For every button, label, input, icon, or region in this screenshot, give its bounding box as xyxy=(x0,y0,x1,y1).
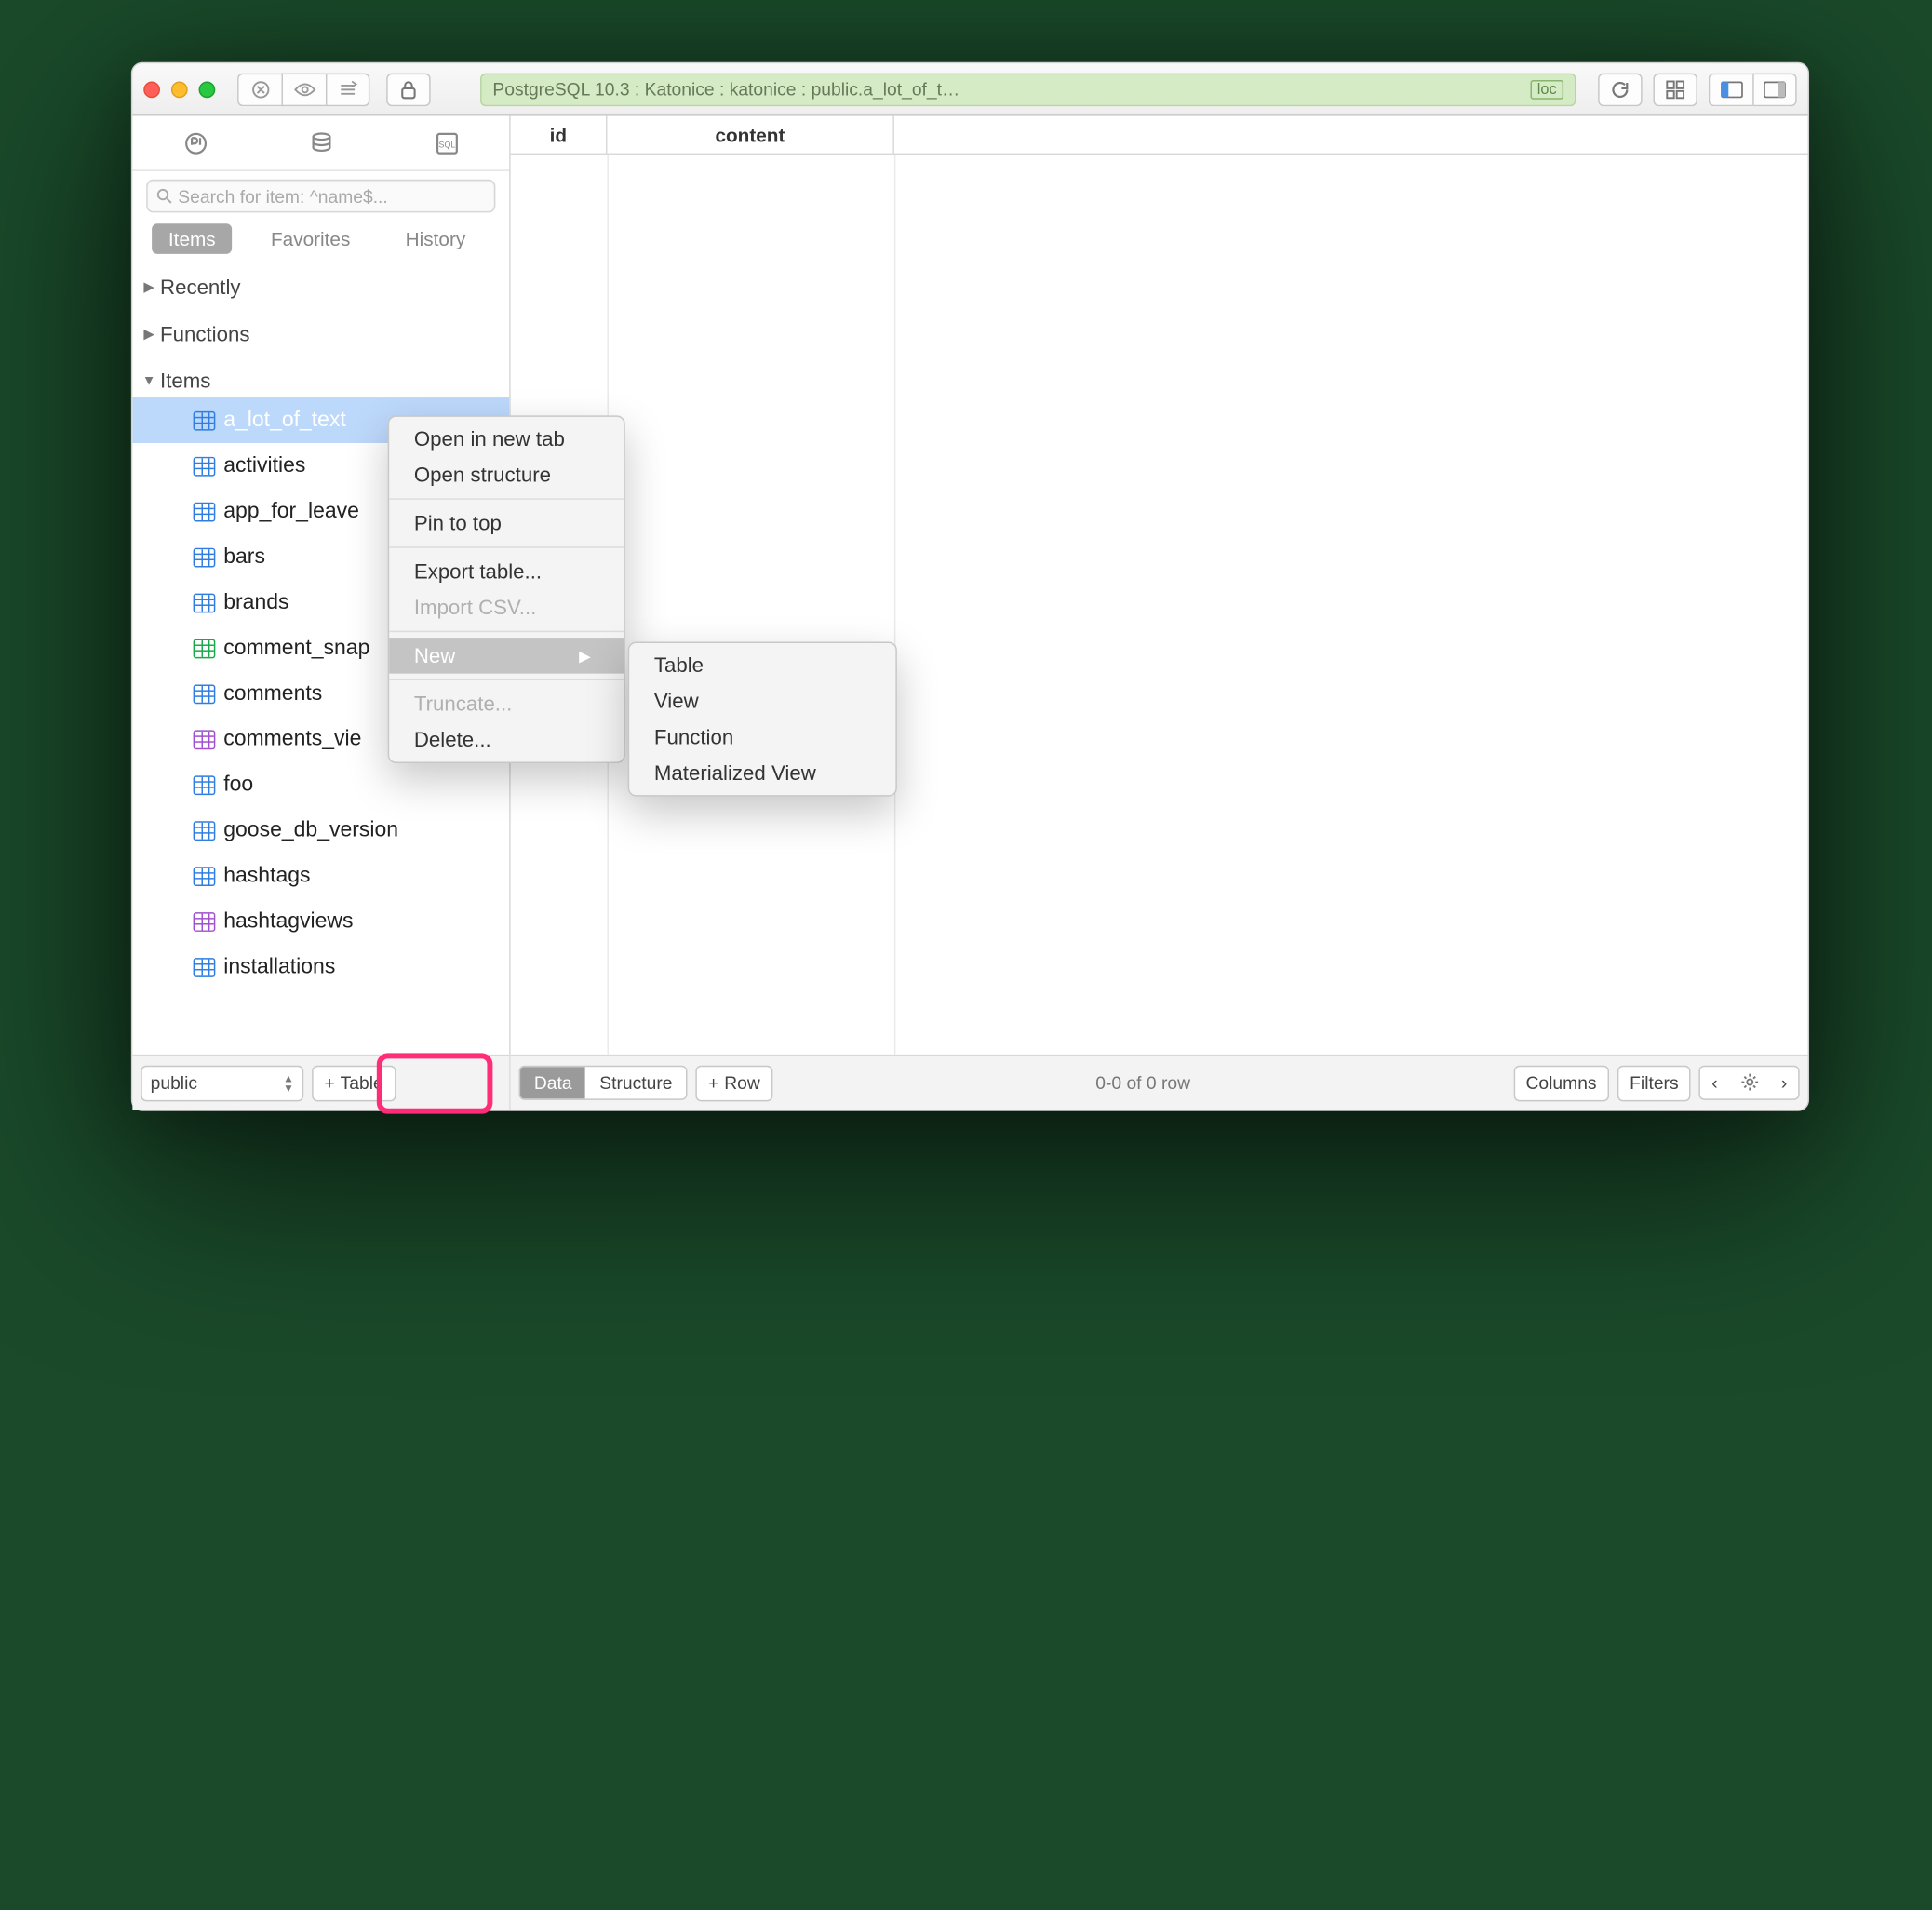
table-item-label: app_for_leave xyxy=(223,499,359,524)
zoom-window-button[interactable] xyxy=(199,81,216,98)
tree-group-functions[interactable]: ▶Functions xyxy=(132,317,509,351)
columns-button[interactable]: Columns xyxy=(1513,1065,1609,1101)
segment-structure[interactable]: Structure xyxy=(585,1067,686,1098)
toggle-left-panel-button[interactable] xyxy=(1709,73,1752,106)
history-nav-button[interactable] xyxy=(326,73,369,106)
grid-view-button[interactable] xyxy=(1653,73,1697,106)
close-window-button[interactable] xyxy=(143,81,160,98)
sidebar-tab-history[interactable]: History xyxy=(389,223,482,254)
table-icon xyxy=(194,547,216,567)
search-icon xyxy=(156,188,173,205)
search-placeholder: Search for item: ^name$... xyxy=(178,185,387,206)
lock-button[interactable] xyxy=(386,73,430,106)
search-input[interactable]: Search for item: ^name$... xyxy=(146,180,495,213)
menu-new[interactable]: New▶ xyxy=(389,638,624,674)
table-item-goose_db_version[interactable]: goose_db_version xyxy=(132,807,509,853)
refresh-button[interactable] xyxy=(1598,73,1642,106)
plus-icon: + xyxy=(324,1072,334,1093)
main-footer: Data Structure +Row 0-0 of 0 row Columns… xyxy=(511,1055,1808,1110)
database-icon[interactable] xyxy=(308,130,333,155)
table-icon xyxy=(194,866,216,885)
context-menu: Open in new tab Open structure Pin to to… xyxy=(388,415,625,763)
table-icon xyxy=(194,410,216,430)
tree-group-items[interactable]: ▼Items xyxy=(132,364,509,397)
column-header-id[interactable]: id xyxy=(511,116,608,154)
table-icon xyxy=(194,821,216,841)
table-icon xyxy=(194,911,216,931)
table-item-label: bars xyxy=(223,545,265,570)
next-page-button[interactable]: › xyxy=(1770,1067,1798,1098)
table-icon xyxy=(194,684,216,704)
table-item-hashtags[interactable]: hashtags xyxy=(132,853,509,898)
titlebar: PostgreSQL 10.3 : Katonice : katonice : … xyxy=(132,63,1807,115)
minimize-window-button[interactable] xyxy=(171,81,188,98)
preview-button[interactable] xyxy=(282,73,326,106)
app-window: PostgreSQL 10.3 : Katonice : katonice : … xyxy=(131,62,1809,1111)
schema-selector[interactable]: public ▲▼ xyxy=(141,1065,303,1101)
menu-delete[interactable]: Delete... xyxy=(389,722,624,759)
segment-data[interactable]: Data xyxy=(520,1067,585,1098)
table-icon xyxy=(194,957,216,976)
table-icon xyxy=(194,775,216,795)
submenu-new-materialized-view[interactable]: Materialized View xyxy=(629,755,895,791)
breadcrumb-bar[interactable]: PostgreSQL 10.3 : Katonice : katonice : … xyxy=(480,73,1576,106)
tree-group-recently[interactable]: ▶Recently xyxy=(132,271,509,304)
sidebar-tab-favorites[interactable]: Favorites xyxy=(254,223,367,254)
row-status: 0-0 of 0 row xyxy=(781,1072,1505,1093)
sidebar-tab-items[interactable]: Items xyxy=(152,223,232,254)
menu-import-csv: Import CSV... xyxy=(389,589,624,625)
menu-pin-to-top[interactable]: Pin to top xyxy=(389,505,624,542)
view-mode-segment: Data Structure xyxy=(519,1066,688,1100)
add-row-button[interactable]: +Row xyxy=(696,1065,772,1101)
data-grid[interactable] xyxy=(511,155,1808,1055)
prev-page-button[interactable]: ‹ xyxy=(1700,1067,1728,1098)
window-controls xyxy=(143,81,215,98)
sidebar-footer: public ▲▼ +Table xyxy=(132,1055,509,1110)
table-item-label: comments_vie xyxy=(223,727,361,752)
location-badge: loc xyxy=(1530,79,1563,99)
table-icon xyxy=(194,502,216,521)
chevron-right-icon: ▶ xyxy=(579,647,591,665)
submenu-new-view[interactable]: View xyxy=(629,683,895,720)
sql-editor-icon[interactable]: SQL xyxy=(434,130,459,155)
submenu-new-function[interactable]: Function xyxy=(629,720,895,756)
table-item-label: comment_snap xyxy=(223,636,369,661)
table-icon xyxy=(194,456,216,476)
toggle-right-panel-button[interactable] xyxy=(1752,73,1796,106)
table-item-foo[interactable]: foo xyxy=(132,762,509,808)
stepper-icon: ▲▼ xyxy=(283,1073,294,1093)
menu-export-table[interactable]: Export table... xyxy=(389,554,624,590)
table-item-label: hashtagviews xyxy=(223,908,353,934)
table-item-label: goose_db_version xyxy=(223,818,398,843)
table-icon xyxy=(194,593,216,612)
table-item-label: foo xyxy=(223,773,253,798)
close-tab-button[interactable] xyxy=(237,73,281,106)
menu-open-structure[interactable]: Open structure xyxy=(389,457,624,493)
plus-icon: + xyxy=(708,1072,718,1093)
table-icon xyxy=(194,730,216,749)
column-header-row: id content xyxy=(511,116,1808,155)
connection-icon[interactable] xyxy=(182,130,208,155)
table-item-label: hashtags xyxy=(223,864,310,889)
table-item-label: a_lot_of_text xyxy=(223,408,346,433)
table-item-label: comments xyxy=(223,681,322,706)
filters-button[interactable]: Filters xyxy=(1617,1065,1691,1101)
column-header-content[interactable]: content xyxy=(607,116,893,154)
table-item-label: brands xyxy=(223,590,288,615)
schema-name: public xyxy=(151,1072,197,1093)
table-item-label: installations xyxy=(223,954,335,979)
table-item-label: activities xyxy=(223,453,305,478)
submenu-new-table[interactable]: Table xyxy=(629,647,895,683)
table-item-installations[interactable]: installations xyxy=(132,944,509,989)
settings-gear-button[interactable] xyxy=(1729,1067,1770,1098)
table-item-hashtagviews[interactable]: hashtagviews xyxy=(132,898,509,944)
context-submenu-new: Table View Function Materialized View xyxy=(628,642,897,797)
menu-truncate: Truncate... xyxy=(389,686,624,722)
table-icon xyxy=(194,639,216,658)
add-table-button[interactable]: +Table xyxy=(312,1065,396,1101)
breadcrumb-text: PostgreSQL 10.3 : Katonice : katonice : … xyxy=(492,79,959,100)
main-content: id content Data Structure xyxy=(511,116,1808,1110)
svg-text:SQL: SQL xyxy=(438,140,455,149)
menu-open-new-tab[interactable]: Open in new tab xyxy=(389,421,624,457)
